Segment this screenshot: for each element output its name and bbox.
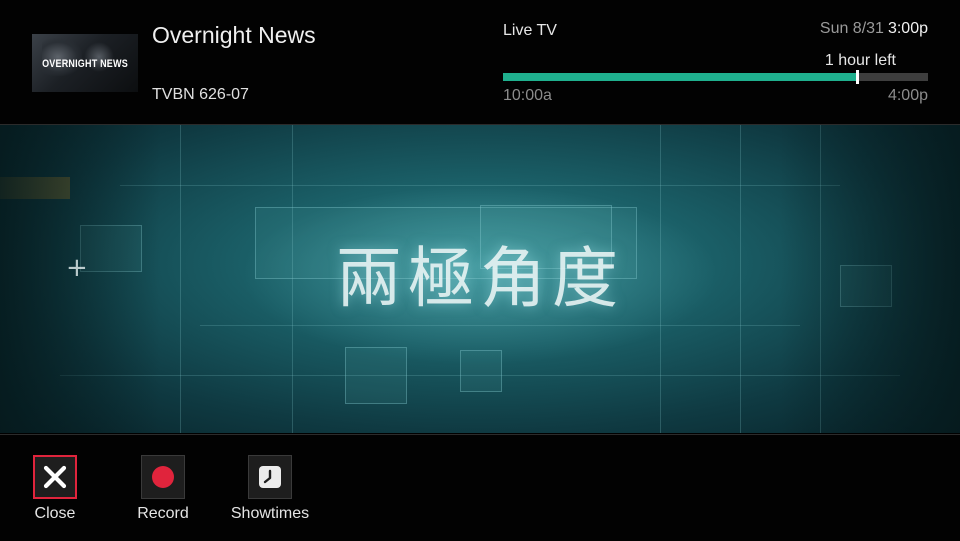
time-remaining: 1 hour left bbox=[824, 52, 896, 69]
video-caption-text: 兩極角度 bbox=[336, 240, 624, 317]
showtimes-button[interactable]: Showtimes bbox=[225, 455, 315, 523]
clock-icon bbox=[248, 455, 292, 499]
program-start-time: 10:00a bbox=[503, 87, 552, 104]
program-title: Overnight News bbox=[152, 22, 316, 48]
thumbnail-logo-text: OVERNIGHT NEWS bbox=[42, 56, 128, 70]
current-date: Sun 8/31 bbox=[819, 20, 884, 37]
showtimes-label: Showtimes bbox=[230, 505, 310, 522]
program-progress-bar bbox=[503, 70, 928, 84]
channel-number: TVBN 626-07 bbox=[152, 86, 249, 103]
close-label: Close bbox=[34, 505, 76, 522]
progress-fill bbox=[503, 73, 858, 81]
current-time: 3:00p bbox=[887, 20, 928, 37]
program-thumbnail: OVERNIGHT NEWS bbox=[32, 34, 138, 92]
record-button[interactable]: Record bbox=[118, 455, 208, 523]
current-datetime: Sun 8/31 3:00p bbox=[820, 20, 928, 38]
source-label: Live TV bbox=[503, 22, 557, 39]
action-bar: Close Record Showtimes bbox=[0, 434, 960, 541]
record-label: Record bbox=[137, 505, 189, 522]
close-button[interactable]: Close bbox=[10, 455, 100, 523]
video-preview[interactable]: + 兩極角度 bbox=[0, 125, 960, 433]
close-icon bbox=[33, 455, 77, 499]
record-icon bbox=[141, 455, 185, 499]
progress-marker bbox=[856, 70, 860, 84]
program-end-time: 4:00p bbox=[887, 87, 928, 104]
program-info-bar: OVERNIGHT NEWS Overnight News TVBN 626-0… bbox=[0, 0, 960, 125]
